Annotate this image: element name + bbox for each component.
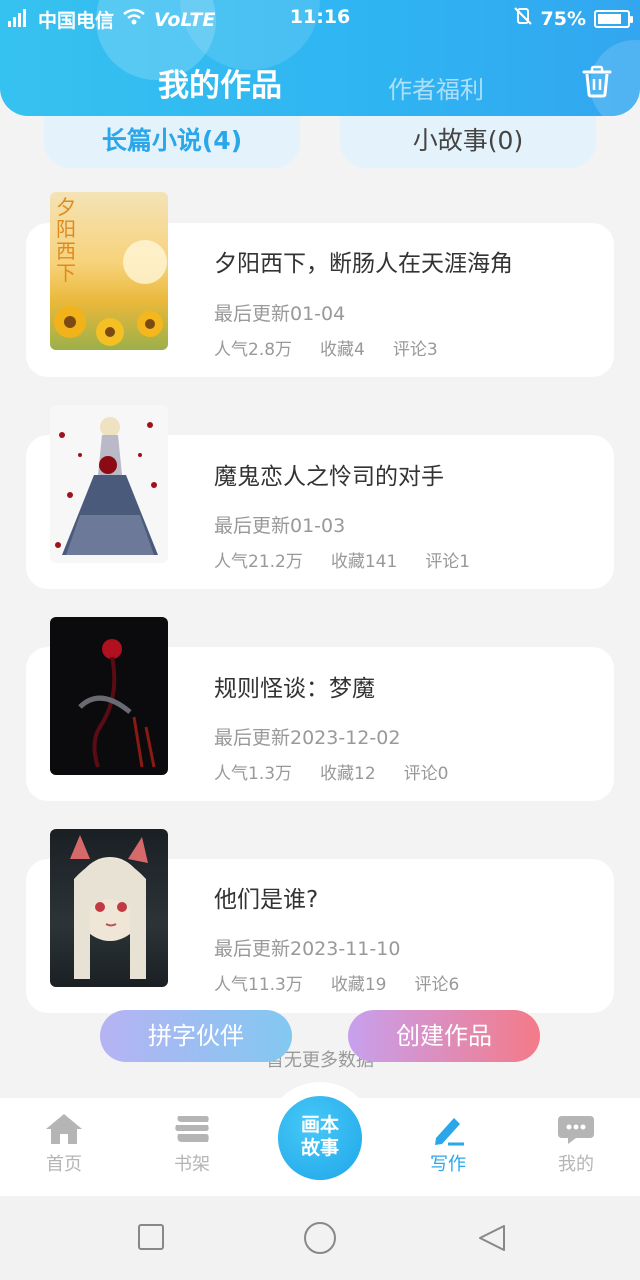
comments-count: 评论1	[425, 552, 471, 572]
tab-short-stories[interactable]: 小故事(0)	[340, 116, 596, 168]
popularity-count: 人气11.3万	[214, 975, 303, 995]
battery-icon	[594, 9, 633, 28]
book-stats: 人气11.3万 收藏19 评论6	[214, 970, 459, 995]
trash-icon[interactable]	[580, 64, 614, 98]
system-nav-bar	[0, 1196, 640, 1280]
favorites-count: 收藏12	[320, 764, 376, 784]
no-more-data-text: 暂无更多数据	[266, 1050, 374, 1071]
last-updated: 最后更新01-04	[214, 303, 346, 325]
comments-count: 评论0	[403, 764, 449, 784]
tab-mine[interactable]: 我的	[526, 1112, 626, 1176]
center-button-line1: 画本	[300, 1114, 339, 1136]
last-updated: 最后更新01-03	[214, 515, 346, 537]
book-title[interactable]: 夕阳西下，断肠人在天涯海角	[214, 244, 513, 278]
book-title[interactable]: 规则怪谈：梦魔	[214, 669, 375, 703]
center-button-line2: 故事	[300, 1137, 339, 1159]
chat-bubble-icon	[558, 1116, 594, 1144]
create-work-button[interactable]: 创建作品	[348, 1010, 540, 1062]
status-bar: 中国电信 VoLTE 11:16 75%	[0, 0, 640, 34]
book-title[interactable]: 他们是谁?	[214, 880, 318, 914]
bookshelf-icon	[175, 1116, 209, 1142]
book-cover[interactable]	[50, 405, 168, 563]
comments-count: 评论6	[414, 975, 460, 995]
pen-icon	[435, 1118, 464, 1146]
page-title: 我的作品	[158, 68, 282, 104]
battery-percent: 75%	[540, 7, 586, 30]
book-cover[interactable]	[50, 829, 168, 987]
app-header: 中国电信 VoLTE 11:16 75% 我的作品 作者福利	[0, 0, 640, 116]
tab-bookshelf-label: 书架	[174, 1154, 210, 1175]
author-benefits-link[interactable]: 作者福利	[388, 70, 484, 105]
tab-mine-label: 我的	[558, 1154, 594, 1175]
last-updated: 最后更新2023-11-10	[214, 938, 401, 960]
favorites-count: 收藏141	[330, 552, 398, 572]
home-icon	[46, 1114, 82, 1144]
picture-story-button[interactable]: 画本 故事	[278, 1096, 362, 1180]
popularity-count: 人气21.2万	[214, 552, 303, 572]
book-stats: 人气2.8万 收藏4 评论3	[214, 335, 438, 360]
recent-apps-button[interactable]	[138, 1224, 164, 1250]
book-stats: 人气21.2万 收藏141 评论1	[214, 547, 470, 572]
book-stats: 人气1.3万 收藏12 评论0	[214, 759, 449, 784]
back-button[interactable]	[476, 1222, 508, 1258]
comments-count: 评论3	[392, 340, 438, 360]
mute-vibrate-icon	[513, 6, 533, 31]
book-title[interactable]: 魔鬼恋人之怜司的对手	[214, 457, 444, 491]
favorites-count: 收藏19	[330, 975, 387, 995]
word-partner-button[interactable]: 拼字伙伴	[100, 1010, 292, 1062]
tab-writing[interactable]: 写作	[398, 1112, 498, 1176]
tab-home[interactable]: 首页	[14, 1112, 114, 1176]
home-button[interactable]	[304, 1222, 336, 1254]
book-cover[interactable]	[50, 617, 168, 775]
popularity-count: 人气2.8万	[214, 340, 293, 360]
cover-title-text: 夕阳西下	[56, 195, 76, 285]
tab-writing-label: 写作	[430, 1154, 466, 1175]
favorites-count: 收藏4	[320, 340, 365, 360]
tab-bookshelf[interactable]: 书架	[142, 1112, 242, 1176]
popularity-count: 人气1.3万	[214, 764, 293, 784]
tab-home-label: 首页	[46, 1154, 82, 1175]
book-cover[interactable]: 夕阳西下	[50, 192, 168, 350]
tab-long-novels[interactable]: 长篇小说(4)	[44, 116, 300, 168]
last-updated: 最后更新2023-12-02	[214, 727, 401, 749]
